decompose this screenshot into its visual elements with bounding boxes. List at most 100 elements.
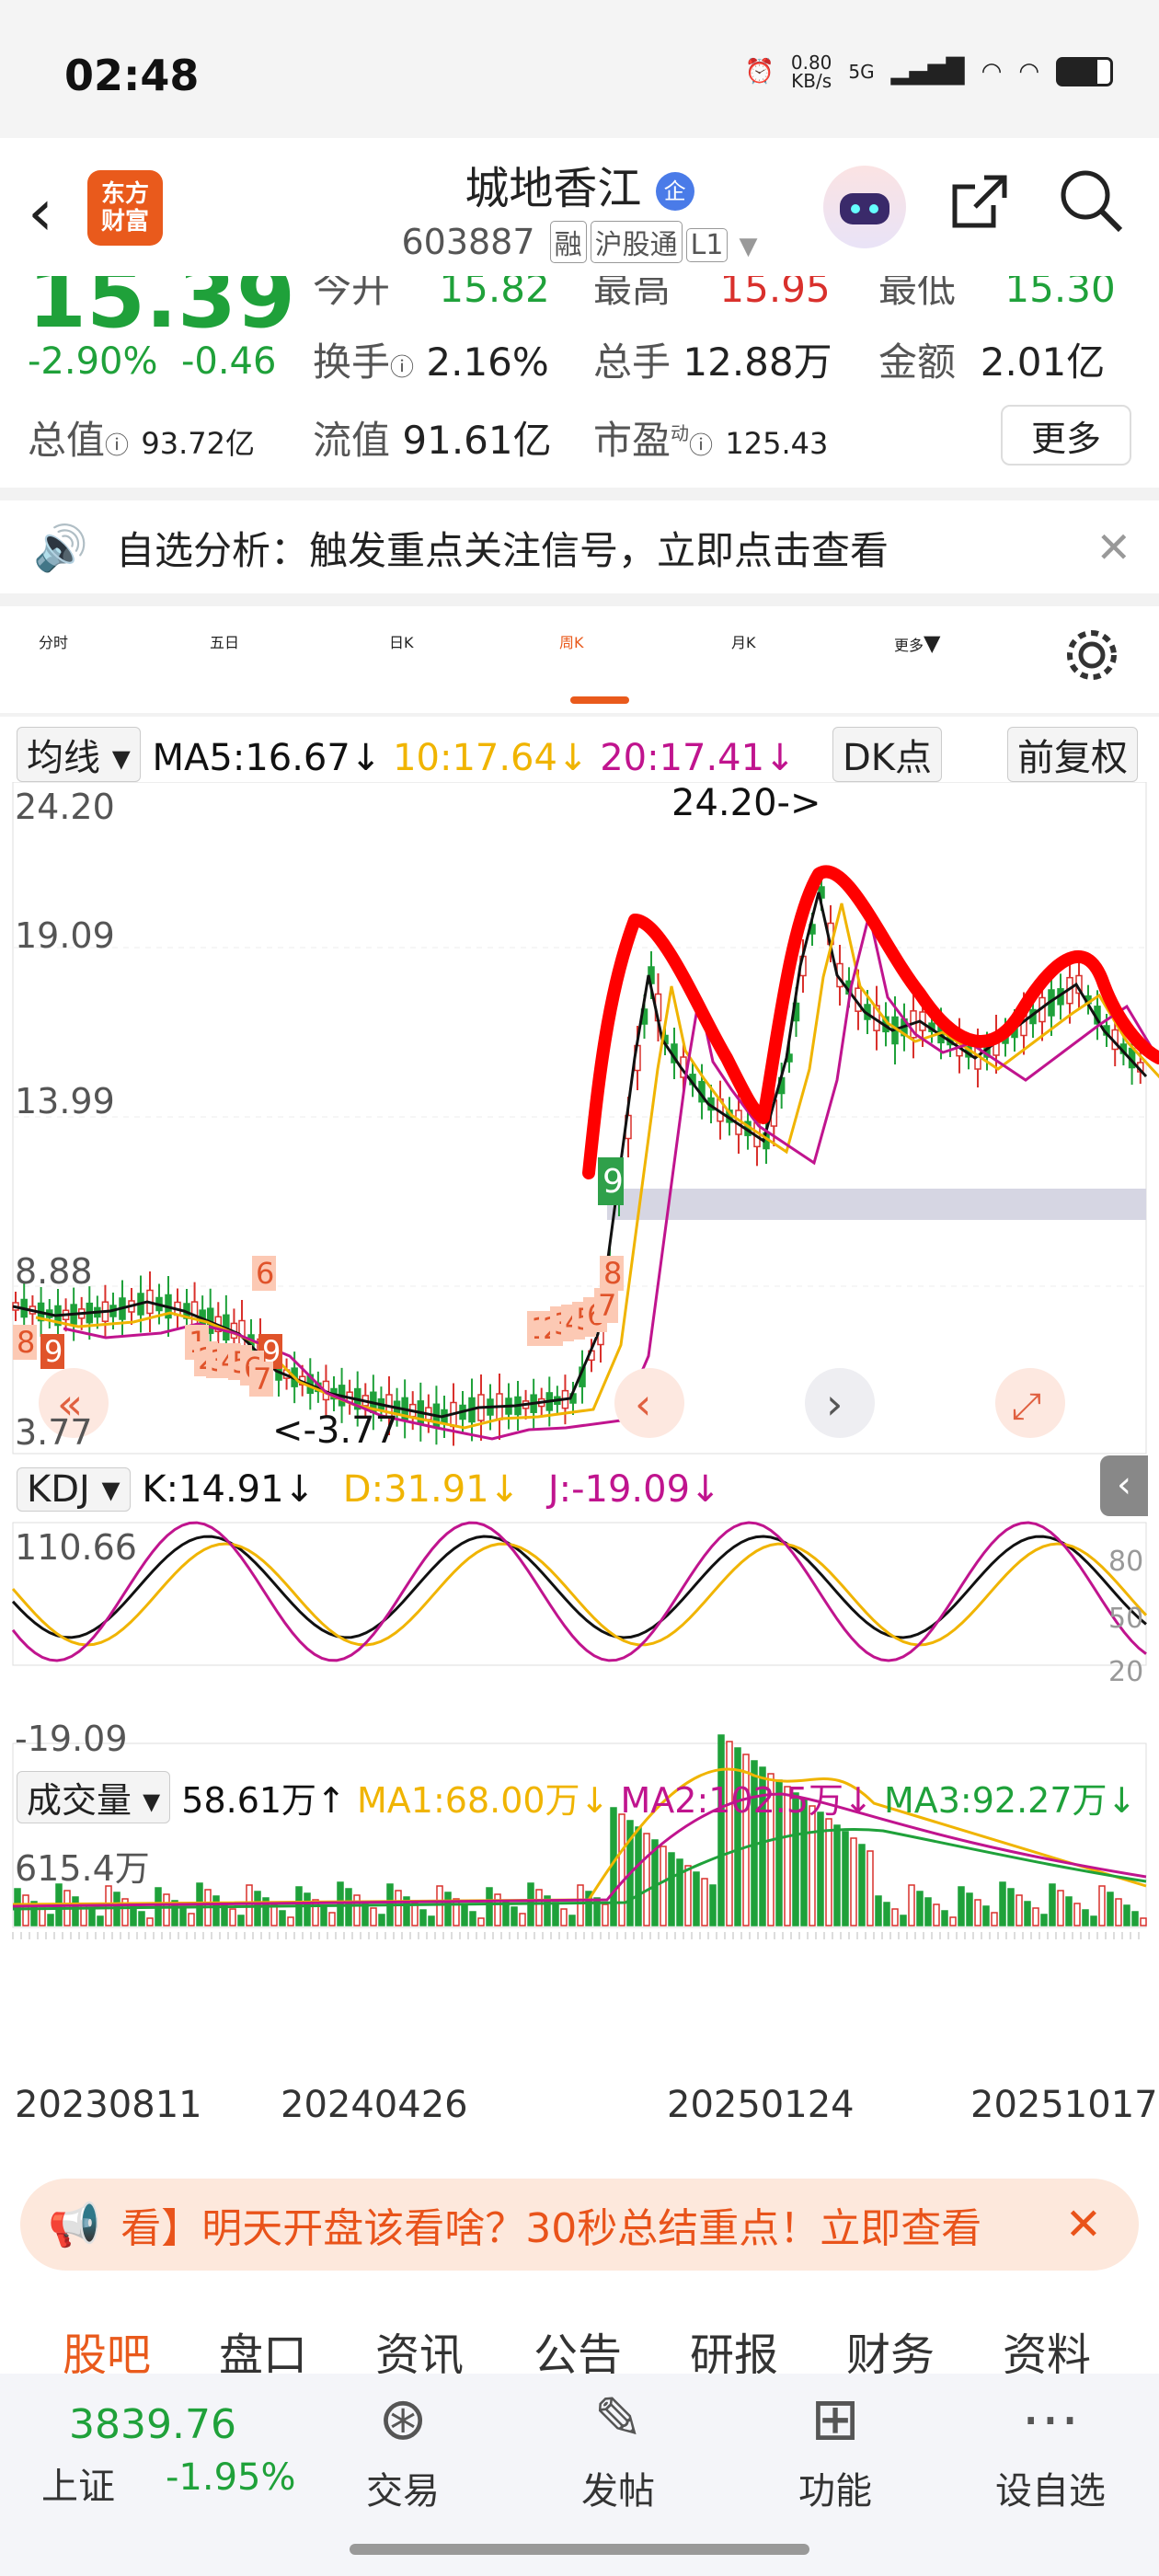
nav-functions[interactable]: ⊞ 功能 [762, 2378, 909, 2514]
banner-text: 看】明天开盘该看啥？30秒总结重点！立即查看 [120, 2205, 982, 2252]
kline-legend: 均线 ▾ MA5:16.67↓ 10:17.64↓ 20:17.41↓ [17, 727, 796, 782]
index-value[interactable]: 3839.76 [69, 2401, 236, 2448]
volume-bar [933, 1903, 940, 1926]
nav-watchlist[interactable]: ⋯ 设自选 [977, 2378, 1124, 2514]
volume-bar [676, 1858, 683, 1926]
tab-intraday[interactable]: 分时 [39, 630, 68, 652]
high-label: 最高 [593, 276, 671, 311]
volume-bar [1024, 1901, 1031, 1926]
volume-bar [850, 1837, 857, 1926]
tab-monthly[interactable]: 月K [731, 630, 756, 652]
kdj-selector-label: KDJ [27, 1468, 90, 1511]
xtick: 20251017 [970, 2084, 1158, 2126]
nav-watchlist-label: 设自选 [995, 2470, 1106, 2513]
info-icon[interactable]: ⓘ [689, 432, 713, 460]
tab-daily[interactable]: 日K [389, 630, 414, 652]
more-icon: ⋯ [1021, 2386, 1080, 2454]
volume-bar [419, 1909, 427, 1926]
volume-bar [535, 1889, 543, 1926]
home-indicator [350, 2544, 809, 2555]
volume-selector-label: 成交量 [27, 1780, 132, 1821]
assistant-avatar[interactable] [823, 166, 906, 248]
volume-bar [1065, 1896, 1073, 1926]
xtick: 20250124 [667, 2084, 855, 2126]
pe-sup: 动 [671, 422, 690, 444]
volume-bar [188, 1913, 195, 1926]
volume-bar [941, 1910, 948, 1926]
alarm-icon: ⏰ [744, 58, 775, 86]
nav-trade[interactable]: ⊛ 交易 [329, 2378, 476, 2514]
volume-bar [568, 1915, 576, 1926]
nav-post[interactable]: ✎ 发帖 [545, 2378, 692, 2514]
search-icon[interactable] [1058, 167, 1124, 249]
volume-bar [817, 1811, 824, 1926]
indicator-selector-label: 均线 [27, 737, 100, 779]
volume-legend: 成交量 ▾ 58.61万↑ MA1:68.00万↓ MA2:102.5万↓ MA… [17, 1771, 1136, 1823]
volume-bar [924, 1897, 932, 1926]
volume-bar [1049, 1883, 1056, 1926]
volume-bar [552, 1902, 559, 1926]
more-button[interactable]: 更多 [1001, 405, 1131, 466]
dk-selector[interactable]: DK点 [832, 727, 943, 782]
volume-bar [1073, 1903, 1081, 1926]
volume-bar [47, 1914, 54, 1926]
promo-banner[interactable]: 📢 看】明天开盘该看啥？30秒总结重点！立即查看 ✕ [20, 2179, 1139, 2271]
volume-bar [229, 1908, 236, 1926]
collapse-panel-icon[interactable]: ‹ [1100, 1455, 1148, 1516]
turnover-stat: 换手ⓘ 2.16% [313, 331, 549, 387]
gear-icon[interactable] [1062, 626, 1121, 688]
tab-more[interactable]: 更多▼ [894, 630, 940, 656]
kdj-selector[interactable]: KDJ ▾ [17, 1467, 131, 1512]
volume-bar [1115, 1898, 1122, 1926]
kdj-tick-20: 20 [1108, 1656, 1144, 1688]
volume-bar [320, 1905, 327, 1926]
divider [0, 593, 1159, 606]
mcap-value: 93.72亿 [141, 426, 256, 461]
edit-icon: ✎ [593, 2386, 643, 2454]
share-icon[interactable] [947, 170, 1012, 250]
close-icon[interactable]: ✕ [1096, 523, 1131, 572]
indicator-selector[interactable]: 均线 ▾ [17, 727, 141, 782]
close-icon[interactable]: ✕ [1065, 2199, 1102, 2250]
volume-bar [875, 1895, 882, 1926]
volume-bar [453, 1898, 460, 1926]
volume-ma2: MA2:102.5万↓ [620, 1780, 873, 1821]
volume-bar [982, 1905, 990, 1926]
kline-chart[interactable]: 9 8969123456712345678 « ‹ › ⤢ 24.20-> <-… [0, 782, 1159, 2134]
adjust-selector[interactable]: 前复权 [1007, 727, 1138, 782]
tab-5day[interactable]: 五日 [210, 630, 239, 652]
low-marker: <-3.77 [272, 1409, 398, 1452]
volume-bar [287, 1916, 294, 1926]
info-icon[interactable]: ⓘ [390, 354, 414, 382]
float-label: 流值 [313, 418, 391, 463]
volume-bar [668, 1852, 675, 1926]
ma5-label: MA5:16.67↓ [152, 737, 382, 779]
volume-selector[interactable]: 成交量 ▾ [17, 1771, 171, 1823]
volume-bar [163, 1893, 170, 1926]
volume-bar [858, 1844, 866, 1926]
kdj-k: K:14.91↓ [142, 1468, 316, 1511]
volume-bar [618, 1813, 625, 1926]
volume-bar [966, 1892, 973, 1926]
index-change: -1.95% [166, 2456, 296, 2499]
pe-value: 125.43 [725, 426, 829, 461]
volume-bar [684, 1865, 692, 1926]
volume-bar [511, 1906, 518, 1926]
volume-bar [461, 1904, 468, 1926]
speaker-icon: 🔊 [33, 522, 88, 574]
alert-bar[interactable]: 🔊 自选分析：触发重点关注信号，立即点击查看 ✕ [0, 501, 1159, 593]
chevron-down-icon: ▼ [739, 233, 758, 260]
volume-bar [577, 1884, 584, 1926]
turnover-value: 2.16% [426, 339, 549, 385]
divider [0, 713, 1159, 717]
ma20-label: 20:17.41↓ [600, 737, 796, 779]
info-icon[interactable]: ⓘ [105, 432, 129, 460]
volume-bar [643, 1833, 650, 1926]
volume-bar [1131, 1911, 1139, 1926]
high-value: 15.95 [719, 276, 831, 311]
seq-marker: 7 [598, 1288, 616, 1323]
low-stat: 最低 15.30 [878, 276, 1116, 314]
tab-weekly[interactable]: 周K [559, 630, 584, 652]
kdj-j: J:-19.09↓ [547, 1468, 721, 1511]
amount-label: 金额 [878, 339, 957, 385]
